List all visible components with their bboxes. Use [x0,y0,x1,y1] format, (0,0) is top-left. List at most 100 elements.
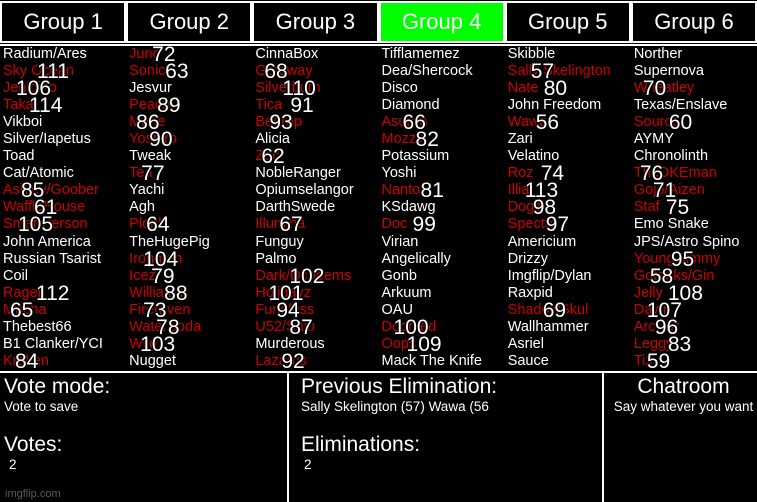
contestant-row[interactable]: Murderous [255,336,378,353]
contestant-row[interactable]: Arcrew 96 [634,316,757,339]
contestant-row[interactable]: Zac 62 [255,145,378,168]
contestant-row[interactable]: Sauce [508,353,631,370]
contestant-row[interactable]: Opiumselangor [255,182,378,199]
contestant-row[interactable]: Taka 114 [3,94,126,117]
contestant-row[interactable]: Doc 99 [382,213,505,236]
contestant-row[interactable]: Mocha 65 [3,299,126,322]
contestant-row[interactable]: U52/Shib 87 [255,316,378,339]
contestant-row[interactable]: JPS/Astro Spino [634,234,757,251]
tab-group-4-label: Group 4 [401,9,482,34]
contestant-row[interactable]: Virian [382,234,505,251]
contestant-row[interactable]: Vikboi [3,114,126,131]
contestant-row[interactable]: Illumina 67 [255,213,378,236]
contestant-row[interactable]: Disco [382,80,505,97]
vote-mode-panel: Vote mode: Vote to save Votes: 2 imgflip… [0,373,287,502]
contestant-row[interactable]: Illia 113 [508,179,631,202]
contestant-row[interactable]: DarthSwede [255,199,378,216]
contestant-row[interactable]: Silver/Iapetus [3,131,126,148]
contestant-row[interactable]: Dea/Shercock [382,63,505,80]
contestant-name: Norther [633,46,683,62]
contestant-row[interactable]: Gonb [382,268,505,285]
contestant-row[interactable]: KSdawg [382,199,505,216]
contestant-row[interactable]: Fireraven 73 [129,299,252,322]
contestant-row[interactable]: Bedrop 93 [255,111,378,134]
contestant-row[interactable]: Thebest66 [3,319,126,336]
contestant-row[interactable]: Yachi [129,182,252,199]
tab-group-1[interactable]: Group 1 [0,1,127,43]
chatroom-sub: Say whatever you want [613,399,754,414]
contestant-row[interactable]: Silverburn 110 [255,77,378,100]
contestant-row[interactable]: Imgflip/Dylan [508,268,631,285]
contestant-row[interactable]: Fungluss 94 [255,299,378,322]
contestant-row[interactable]: Juno 72 [129,46,252,66]
contestant-row[interactable]: Ironman 104 [129,248,252,271]
contestant-name: John America [3,233,91,250]
contestant-row[interactable]: Yoshiro 90 [129,128,252,151]
contestant-row[interactable]: Icez 79 [129,265,252,288]
contestant-row[interactable]: Dogzil 98 [508,196,631,219]
contestant-row[interactable]: Oops 109 [382,333,505,356]
contestant-row[interactable]: John Freedom [508,97,631,114]
contestant-row[interactable]: Holidayz 101 [255,282,378,305]
contestant-row[interactable]: John America [3,234,126,251]
contestant-row[interactable]: Plonk 64 [129,213,252,236]
contestant-row[interactable]: Arkuum [382,285,505,302]
contestant-row[interactable]: Emo Snake [634,216,757,233]
contestant-row[interactable]: Toad [3,148,126,165]
contestant-name: NobleRanger [255,165,341,182]
contestant-row[interactable]: Getaway 68 [255,60,378,83]
tab-group-6[interactable]: Group 6 [630,1,757,43]
contestant-row[interactable]: Wheatley 70 [634,77,757,100]
contestant-row[interactable]: Asriel [508,336,631,353]
contestant-row[interactable]: NobleRanger [255,165,378,182]
contestant-row[interactable]: Staf 75 [634,196,757,219]
contestant-row[interactable]: Nanto 81 [382,179,505,202]
contestant-row[interactable]: Lazarus 92 [255,350,378,371]
contestant-row[interactable]: Asuran 66 [382,111,505,134]
tab-group-2[interactable]: Group 2 [126,1,253,43]
contestant-row[interactable]: Sally Skelington 57 [508,60,631,83]
contestant-row[interactable]: Americium [508,234,631,251]
contestant-row[interactable]: Angelically [382,251,505,268]
contestant-row[interactable]: Skibble [508,46,631,63]
contestant-row[interactable]: Gojo/Aizen 71 [634,179,757,202]
contestant-row[interactable]: Zari [508,131,631,148]
contestant-row[interactable]: Source 60 [634,111,757,134]
contestant-row[interactable]: Doomed 100 [382,316,505,339]
contestant-row[interactable]: Mozzy 82 [382,128,505,151]
tab-group-5[interactable]: Group 5 [504,1,631,43]
contestant-row[interactable]: Diamond [382,97,505,114]
contestant-row[interactable]: Wawa 56 [508,111,631,134]
contestant-row[interactable]: Tea 77 [129,162,252,185]
tab-group-3[interactable]: Group 3 [252,1,379,43]
contestant-row[interactable]: Jesvur [129,80,252,97]
contestant-row[interactable]: Spectre 97 [508,213,631,236]
contestant-row[interactable]: Nugget [129,353,252,370]
contestant-row[interactable]: Kraken 84 [3,350,126,371]
contestant-row[interactable]: AYMY [634,131,757,148]
contestant-row[interactable]: Funguy [255,234,378,251]
contestant-row[interactable]: Norther [634,46,757,63]
contestant-row[interactable]: Ashley/Goober 85 [3,179,126,202]
contestant-row[interactable]: Mane 86 [129,111,252,134]
contestant-row[interactable]: Tifflamemez [382,46,505,63]
contestant-row[interactable]: Jehldino 106 [3,77,126,100]
contestant-row[interactable]: Potassium [382,148,505,165]
contestant-row[interactable]: SmartPerson 105 [3,213,126,236]
contestant-row[interactable]: Nate 80 [508,77,631,100]
contestant-row[interactable]: Raxpid [508,285,631,302]
contestant-row[interactable]: Tix 59 [634,350,757,371]
tab-group-4[interactable]: Group 4 [378,1,505,43]
contestant-row[interactable]: Drizzy [508,251,631,268]
contestant-row[interactable]: Dawn 107 [634,299,757,322]
contestant-row[interactable]: Mack The Knife [382,353,505,370]
contestant-row[interactable]: Sonic 63 [129,60,252,83]
contestant-row[interactable]: ShadowSkul 69 [508,299,631,322]
chatroom-panel[interactable]: Chatroom Say whatever you want [602,373,757,502]
contestant-row[interactable]: Russian Tsarist [3,251,126,268]
contestant-row[interactable]: Texas/Enslave [634,97,757,114]
contestant-row[interactable]: Wild 103 [129,333,252,356]
contestant-row[interactable]: Wallhammer [508,319,631,336]
contestant-row[interactable]: Velatino [508,148,631,165]
status-panels: Vote mode: Vote to save Votes: 2 imgflip… [0,373,757,502]
